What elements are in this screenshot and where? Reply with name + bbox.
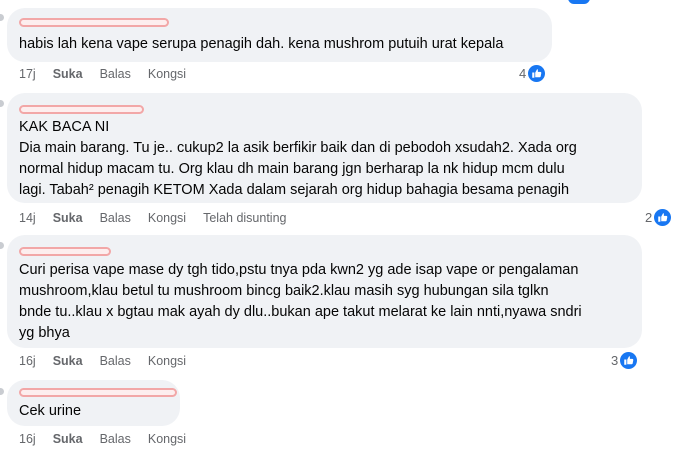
share-button[interactable]: Kongsi <box>148 354 186 368</box>
redacted-author-name <box>19 388 177 397</box>
avatar-edge <box>0 388 4 395</box>
like-button[interactable]: Suka <box>53 432 83 446</box>
comment-text: habis lah kena vape serupa penagih dah. … <box>19 36 504 52</box>
thumbs-up-icon <box>620 352 638 369</box>
like-button[interactable]: Suka <box>53 211 83 225</box>
comment-actions: 16j Suka Balas Kongsi <box>19 432 203 446</box>
comment-actions: 14j Suka Balas Kongsi Telah disunting <box>19 211 304 225</box>
reaction-summary[interactable]: 2 <box>645 209 672 226</box>
share-button[interactable]: Kongsi <box>148 211 186 225</box>
share-button[interactable]: Kongsi <box>148 432 186 446</box>
comment-time[interactable]: 16j <box>19 432 36 446</box>
comment-text: Curi perisa vape mase dy tgh tido,pstu t… <box>19 262 582 341</box>
redacted-author-name <box>19 247 111 256</box>
like-button[interactable]: Suka <box>53 67 83 81</box>
like-button[interactable]: Suka <box>53 354 83 368</box>
comment-bubble: KAK BACA NI Dia main barang. Tu je.. cuk… <box>7 93 642 203</box>
comment-text: Cek urine <box>19 403 82 419</box>
reaction-summary[interactable]: 3 <box>611 352 638 369</box>
comment-actions: 16j Suka Balas Kongsi <box>19 354 203 368</box>
reaction-badge-partial <box>568 0 590 4</box>
comment-actions: 17j Suka Balas Kongsi <box>19 67 203 81</box>
reply-button[interactable]: Balas <box>100 211 131 225</box>
reply-button[interactable]: Balas <box>100 432 131 446</box>
comment-time[interactable]: 17j <box>19 67 36 81</box>
thumbs-up-icon <box>528 65 546 82</box>
reaction-count: 2 <box>645 210 653 225</box>
comment-text: KAK BACA NI Dia main barang. Tu je.. cuk… <box>19 119 577 198</box>
comment-bubble: Curi perisa vape mase dy tgh tido,pstu t… <box>7 235 642 348</box>
reply-button[interactable]: Balas <box>100 354 131 368</box>
comment-time[interactable]: 14j <box>19 211 36 225</box>
edited-label: Telah disunting <box>203 211 287 225</box>
avatar-edge <box>0 100 4 107</box>
reply-button[interactable]: Balas <box>100 67 131 81</box>
reaction-summary[interactable]: 4 <box>519 65 546 82</box>
reaction-count: 3 <box>611 353 619 368</box>
redacted-author-name <box>19 18 169 27</box>
comment-bubble: Cek urine <box>7 380 180 426</box>
avatar-edge <box>0 242 4 249</box>
comment-time[interactable]: 16j <box>19 354 36 368</box>
avatar-edge <box>0 14 4 21</box>
share-button[interactable]: Kongsi <box>148 67 186 81</box>
comment-bubble: habis lah kena vape serupa penagih dah. … <box>7 8 552 62</box>
reaction-count: 4 <box>519 66 527 81</box>
thumbs-up-icon <box>654 209 672 226</box>
redacted-author-name <box>19 105 144 114</box>
